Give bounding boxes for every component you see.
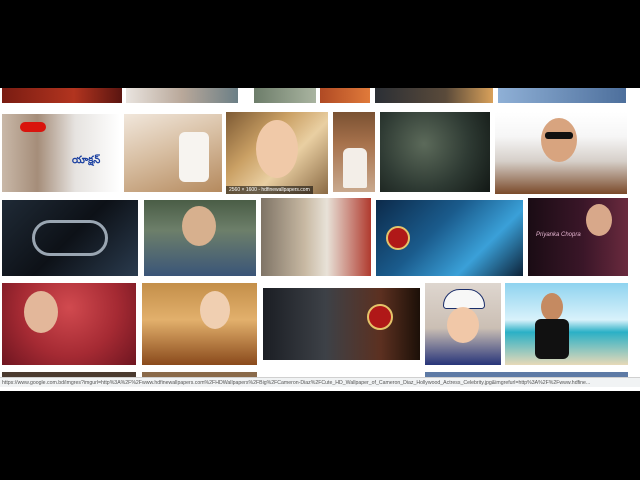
image-tile-woman-gold-dress[interactable] <box>142 283 257 365</box>
image-results-grid: యాక్షన్ 2560 × 1600 - hdfinewallpapers.c… <box>0 88 640 391</box>
dress-shape <box>343 148 367 188</box>
face-shape <box>256 120 298 178</box>
image-tile-boy-white-cap[interactable] <box>425 283 501 365</box>
image-tile-man-leather-jacket[interactable] <box>495 112 627 194</box>
image-tile-cameron-diaz-smiling[interactable]: 2560 × 1600 - hdfinewallpapers.com <box>226 112 328 194</box>
image-tile-man-denim-jacket[interactable] <box>144 200 256 276</box>
image-tile-partial-top-2[interactable] <box>126 88 238 103</box>
face-shape <box>182 206 216 246</box>
face-shape <box>447 307 479 343</box>
image-tile-partial-top-3[interactable] <box>254 88 316 103</box>
sunglasses-shape <box>545 132 573 139</box>
emblem-shape <box>367 304 393 330</box>
tank-top-shape <box>535 319 569 359</box>
face-shape <box>541 118 577 162</box>
telugu-title-text: యాక్షన్ <box>72 155 101 166</box>
image-tile-woman-red-umbrella[interactable] <box>2 283 136 365</box>
face-shape <box>541 293 563 321</box>
microphone-shape <box>32 220 108 256</box>
image-size-caption: 2560 × 1600 - hdfinewallpapers.com <box>226 186 313 194</box>
image-tile-priyanka-chopra[interactable]: Priyanka Chopra <box>528 198 628 276</box>
face-shape <box>200 291 230 329</box>
image-tile-partial-top-1[interactable] <box>2 88 122 103</box>
image-tile-woman-city-street[interactable] <box>261 198 371 276</box>
image-tile-man-on-beach[interactable] <box>505 283 628 365</box>
emblem-shape <box>386 226 410 250</box>
image-tile-partial-top-6[interactable] <box>498 88 626 103</box>
image-tile-partial-top-4[interactable] <box>320 88 370 103</box>
red-sunglasses-shape <box>20 122 46 132</box>
image-tile-microphone-dark[interactable] <box>2 200 138 276</box>
browser-status-bar-url: https://www.google.com.bd/imgres?imgurl=… <box>0 377 640 387</box>
figure-shape <box>179 132 209 182</box>
image-tile-partial-top-5[interactable] <box>375 88 493 103</box>
image-tile-actor-red-sunglasses[interactable]: యాక్షన్ <box>2 114 120 192</box>
image-tile-man-sitting-sepia[interactable] <box>124 114 222 192</box>
face-shape <box>24 291 58 333</box>
image-tile-action-movie-poster-2[interactable] <box>263 288 420 360</box>
image-tile-woman-white-dress[interactable] <box>333 112 375 192</box>
name-overlay: Priyanka Chopra <box>536 232 581 238</box>
face-shape <box>586 204 612 236</box>
cap-shape <box>443 289 485 309</box>
image-tile-man-crouching-dark[interactable] <box>380 112 490 192</box>
image-tile-action-movie-poster-1[interactable] <box>376 200 523 276</box>
